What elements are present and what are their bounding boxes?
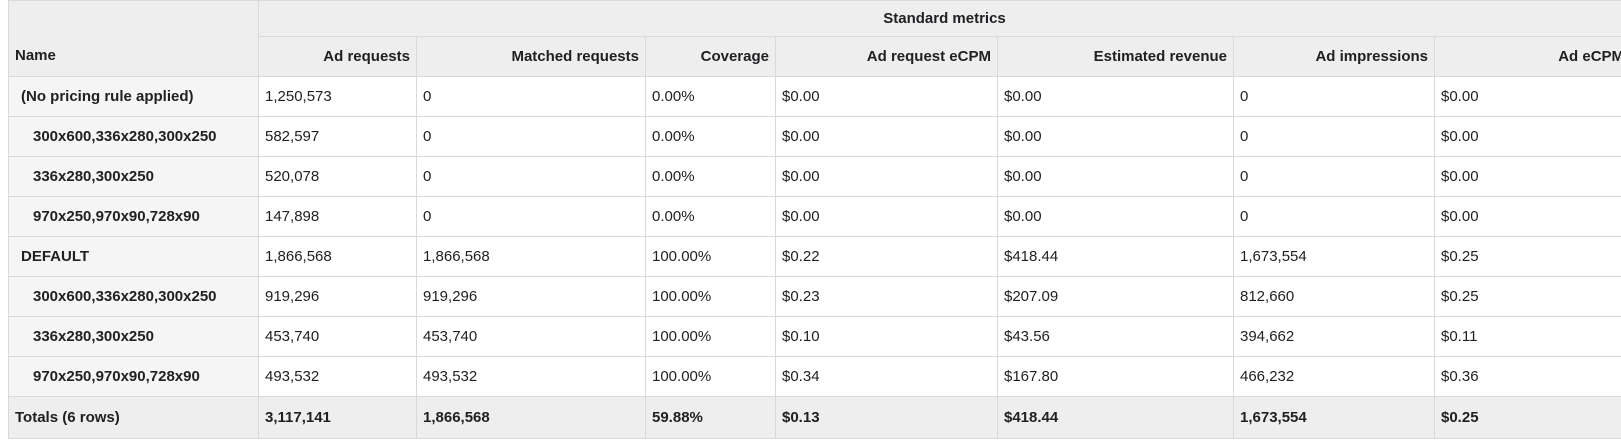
cell-ad-request-ecpm: $0.00	[775, 196, 998, 237]
cell-coverage: 100.00%	[645, 236, 776, 277]
cell-ad-impressions: 0	[1233, 156, 1435, 197]
cell-estimated-revenue: $0.00	[997, 196, 1234, 237]
table-body: (No pricing rule applied) 1,250,573 0 0.00%…	[8, 76, 1621, 397]
cell-ad-ecpm: $0.00	[1433, 116, 1621, 157]
table-row[interactable]: 336x280,300x250 520,078 0 0.00% $0.00 $0.00 0 $…	[8, 156, 1621, 197]
totals-coverage: 59.88%	[645, 396, 776, 439]
cell-ad-impressions: 466,232	[1233, 356, 1435, 397]
totals-ad-impressions: 1,673,554	[1233, 396, 1435, 439]
cell-ad-impressions: 812,660	[1233, 276, 1435, 317]
table-row[interactable]: (No pricing rule applied) 1,250,573 0 0.00%…	[8, 76, 1621, 117]
cell-matched-requests: 1,866,568	[416, 236, 646, 277]
cell-estimated-revenue: $167.80	[997, 356, 1234, 397]
cell-ad-impressions: 0	[1233, 196, 1435, 237]
cell-estimated-revenue: $0.00	[997, 76, 1234, 117]
cell-ad-impressions: 394,662	[1233, 316, 1435, 357]
cell-ad-impressions: 0	[1233, 116, 1435, 157]
cell-ad-request-ecpm: $0.22	[775, 236, 998, 277]
cell-ad-ecpm: $0.36	[1433, 356, 1621, 397]
cell-coverage: 100.00%	[645, 316, 776, 357]
table-row[interactable]: 970x250,970x90,728x90 147,898 0 0.00% $0.00 $…	[8, 196, 1621, 237]
column-header-ad-impressions[interactable]: Ad impressions	[1233, 36, 1435, 77]
column-header-estimated-revenue[interactable]: Estimated revenue	[997, 36, 1234, 77]
cell-ad-requests: 453,740	[258, 316, 417, 357]
totals-ad-request-ecpm: $0.13	[775, 396, 998, 439]
report-table-container: Name Standard metrics Ad requests Matche…	[8, 0, 1621, 439]
totals-row: Totals (6 rows) 3,117,141 1,866,568 59.8…	[8, 396, 1621, 439]
row-name: DEFAULT	[8, 236, 259, 277]
row-name: (No pricing rule applied)	[8, 76, 259, 117]
table-row[interactable]: 336x280,300x250 453,740 453,740 100.00% $0.1…	[8, 316, 1621, 357]
cell-coverage: 0.00%	[645, 156, 776, 197]
cell-ad-ecpm: $0.11	[1433, 316, 1621, 357]
cell-ad-impressions: 1,673,554	[1233, 236, 1435, 277]
cell-matched-requests: 453,740	[416, 316, 646, 357]
cell-coverage: 0.00%	[645, 196, 776, 237]
cell-matched-requests: 0	[416, 156, 646, 197]
cell-estimated-revenue: $0.00	[997, 156, 1234, 197]
report-table: Name Standard metrics Ad requests Matche…	[8, 0, 1621, 439]
column-header-coverage[interactable]: Coverage	[645, 36, 776, 77]
totals-ad-requests: 3,117,141	[258, 396, 417, 439]
cell-estimated-revenue: $207.09	[997, 276, 1234, 317]
column-header-ad-request-ecpm[interactable]: Ad request eCPM	[775, 36, 998, 77]
cell-matched-requests: 919,296	[416, 276, 646, 317]
cell-ad-request-ecpm: $0.00	[775, 116, 998, 157]
cell-matched-requests: 0	[416, 116, 646, 157]
cell-ad-ecpm: $0.00	[1433, 196, 1621, 237]
row-name: 970x250,970x90,728x90	[8, 196, 259, 237]
cell-ad-requests: 493,532	[258, 356, 417, 397]
cell-ad-request-ecpm: $0.23	[775, 276, 998, 317]
cell-ad-requests: 582,597	[258, 116, 417, 157]
column-header-ad-ecpm[interactable]: Ad eCPM	[1433, 36, 1621, 77]
cell-estimated-revenue: $0.00	[997, 116, 1234, 157]
group-header-standard-metrics: Standard metrics	[257, 0, 1621, 37]
totals-matched-requests: 1,866,568	[416, 396, 646, 439]
table-row[interactable]: 970x250,970x90,728x90 493,532 493,532 100.0…	[8, 356, 1621, 397]
cell-ad-request-ecpm: $0.34	[775, 356, 998, 397]
cell-ad-request-ecpm: $0.00	[775, 156, 998, 197]
cell-coverage: 100.00%	[645, 276, 776, 317]
table-header: Name Standard metrics Ad requests Matche…	[8, 0, 1621, 77]
totals-ad-ecpm: $0.25	[1433, 396, 1621, 439]
row-name: 336x280,300x250	[8, 316, 259, 357]
table-footer: Totals (6 rows) 3,117,141 1,866,568 59.8…	[8, 396, 1621, 439]
cell-ad-ecpm: $0.00	[1433, 76, 1621, 117]
cell-coverage: 0.00%	[645, 76, 776, 117]
cell-estimated-revenue: $43.56	[997, 316, 1234, 357]
cell-ad-ecpm: $0.00	[1433, 156, 1621, 197]
cell-ad-requests: 1,866,568	[258, 236, 417, 277]
cell-ad-request-ecpm: $0.10	[775, 316, 998, 357]
row-name: 970x250,970x90,728x90	[8, 356, 259, 397]
cell-ad-request-ecpm: $0.00	[775, 76, 998, 117]
cell-coverage: 100.00%	[645, 356, 776, 397]
cell-ad-ecpm: $0.25	[1433, 276, 1621, 317]
cell-ad-requests: 1,250,573	[258, 76, 417, 117]
column-header-ad-requests[interactable]: Ad requests	[258, 36, 417, 77]
cell-estimated-revenue: $418.44	[997, 236, 1234, 277]
cell-ad-requests: 147,898	[258, 196, 417, 237]
cell-ad-requests: 520,078	[258, 156, 417, 197]
table-row[interactable]: DEFAULT 1,866,568 1,866,568 100.00% $0.22 $41…	[8, 236, 1621, 277]
row-name: 336x280,300x250	[8, 156, 259, 197]
cell-matched-requests: 493,532	[416, 356, 646, 397]
cell-matched-requests: 0	[416, 196, 646, 237]
totals-label: Totals (6 rows)	[8, 396, 259, 439]
table-row[interactable]: 300x600,336x280,300x250 582,597 0 0.00% $0.0…	[8, 116, 1621, 157]
group-header-row: Name Standard metrics	[8, 0, 1621, 77]
cell-coverage: 0.00%	[645, 116, 776, 157]
cell-ad-requests: 919,296	[258, 276, 417, 317]
cell-ad-ecpm: $0.25	[1433, 236, 1621, 277]
row-name: 300x600,336x280,300x250	[8, 116, 259, 157]
totals-estimated-revenue: $418.44	[997, 396, 1234, 439]
cell-matched-requests: 0	[416, 76, 646, 117]
table-row[interactable]: 300x600,336x280,300x250 919,296 919,296 100…	[8, 276, 1621, 317]
cell-ad-impressions: 0	[1233, 76, 1435, 117]
column-header-name[interactable]: Name	[8, 0, 259, 77]
column-header-matched-requests[interactable]: Matched requests	[416, 36, 646, 77]
row-name: 300x600,336x280,300x250	[8, 276, 259, 317]
